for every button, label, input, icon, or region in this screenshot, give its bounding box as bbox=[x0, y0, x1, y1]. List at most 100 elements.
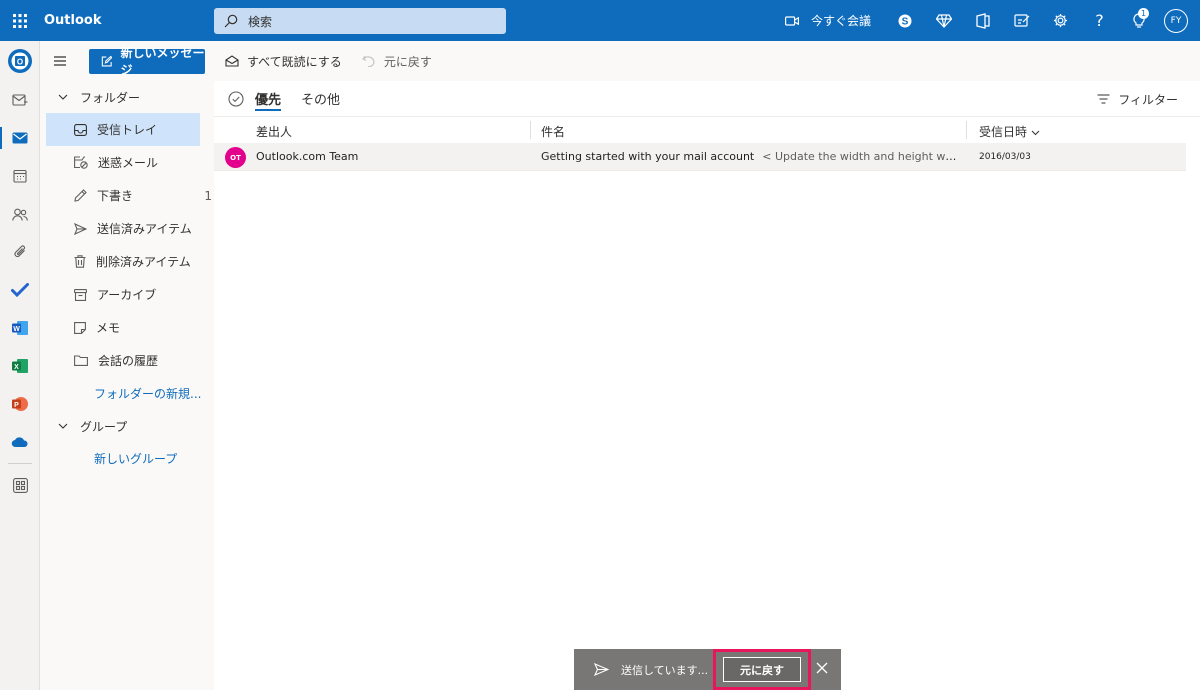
office-button[interactable] bbox=[963, 0, 1002, 41]
folder-deleted[interactable]: 削除済みアイテム bbox=[46, 245, 200, 278]
column-subject[interactable]: 件名 bbox=[541, 123, 565, 140]
undo-command-button[interactable]: 元に戻す bbox=[361, 53, 432, 70]
rail-mail[interactable] bbox=[0, 119, 40, 157]
folder-label: メモ bbox=[96, 321, 121, 335]
folder-archive[interactable]: アーカイブ bbox=[46, 278, 200, 311]
rail-outlook[interactable]: O bbox=[0, 41, 40, 81]
column-from[interactable]: 差出人 bbox=[256, 123, 292, 140]
meet-now-label: 今すぐ会議 bbox=[810, 14, 871, 28]
select-all-checkbox-icon[interactable] bbox=[228, 90, 244, 107]
folder-label: 受信トレイ bbox=[97, 123, 158, 137]
folder-label: 削除済みアイテム bbox=[96, 255, 191, 269]
close-icon[interactable] bbox=[816, 662, 828, 674]
notification-badge: 1 bbox=[1138, 8, 1149, 19]
rail-files[interactable] bbox=[0, 233, 40, 271]
filter-icon bbox=[1097, 94, 1110, 104]
chevron-down-icon bbox=[58, 423, 68, 429]
whats-new-button[interactable]: 1 bbox=[1119, 0, 1158, 41]
message-row[interactable]: OT Outlook.com Team Getting started with… bbox=[214, 143, 1186, 171]
undo-send-button[interactable]: 元に戻す bbox=[723, 657, 801, 682]
column-received[interactable]: 受信日時 bbox=[979, 123, 1040, 140]
undo-command-label: 元に戻す bbox=[383, 54, 432, 69]
calendar-check-icon bbox=[1013, 14, 1029, 27]
folder-notes[interactable]: メモ bbox=[46, 311, 200, 344]
chevron-down-icon bbox=[58, 94, 68, 100]
send-icon bbox=[594, 663, 609, 676]
message-subject-line: Getting started with your mail account < … bbox=[541, 150, 961, 163]
column-headers: 差出人 件名 受信日時 bbox=[214, 117, 1200, 143]
toast-status: 送信しています... bbox=[621, 663, 709, 677]
rail-onedrive[interactable] bbox=[0, 423, 40, 461]
premium-button[interactable] bbox=[924, 0, 963, 41]
folder-inbox[interactable]: 受信トレイ bbox=[46, 113, 200, 146]
new-message-button[interactable]: 新しいメッセージ bbox=[89, 46, 205, 77]
note-icon bbox=[74, 321, 86, 334]
folder-junk[interactable]: 迷惑メール bbox=[46, 146, 200, 179]
folder-drafts[interactable]: 下書き 1 bbox=[46, 179, 212, 212]
sent-icon bbox=[74, 222, 87, 235]
svg-text:O: O bbox=[17, 58, 23, 67]
tab-other[interactable]: その他 bbox=[301, 81, 340, 117]
apps-grid-icon bbox=[12, 477, 28, 493]
user-avatar[interactable]: FY bbox=[1164, 8, 1188, 33]
mail-icon bbox=[12, 132, 28, 144]
column-divider[interactable] bbox=[966, 121, 967, 139]
help-icon: ? bbox=[1095, 11, 1104, 30]
rail-more-apps[interactable] bbox=[0, 466, 40, 504]
filter-button[interactable]: フィルター bbox=[1097, 81, 1178, 117]
navigation-toggle[interactable] bbox=[40, 56, 80, 66]
envelope-open-icon bbox=[225, 55, 239, 67]
rail-todo[interactable] bbox=[0, 271, 40, 309]
message-sender: Outlook.com Team bbox=[256, 150, 359, 163]
rail-people[interactable] bbox=[0, 195, 40, 233]
meet-now-button[interactable]: 今すぐ会議 bbox=[784, 12, 871, 29]
calendar-icon bbox=[13, 169, 27, 183]
search-box[interactable]: 検索 bbox=[214, 8, 506, 34]
help-button[interactable]: ? bbox=[1080, 0, 1119, 41]
new-folder-link[interactable]: フォルダーの新規... bbox=[40, 377, 212, 410]
svg-text:P: P bbox=[14, 402, 19, 409]
folder-label: 送信済みアイテム bbox=[97, 222, 192, 236]
rail-word[interactable]: W bbox=[0, 309, 40, 347]
chevron-down-icon bbox=[1031, 130, 1040, 136]
mark-all-read-label: すべて既読にする bbox=[247, 54, 342, 69]
folder-conversation-history[interactable]: 会話の履歴 bbox=[46, 344, 200, 377]
draft-icon bbox=[74, 189, 87, 202]
message-list-tabs: 優先 その他 フィルター bbox=[214, 81, 1200, 117]
office-icon bbox=[975, 12, 990, 29]
rail-excel[interactable]: X bbox=[0, 347, 40, 385]
svg-text:W: W bbox=[13, 326, 20, 333]
video-camera-icon bbox=[784, 15, 799, 26]
mark-all-read-button[interactable]: すべて既読にする bbox=[225, 53, 342, 70]
onedrive-cloud-icon bbox=[11, 437, 28, 448]
app-title[interactable]: Outlook bbox=[44, 13, 214, 28]
sending-toast: 送信しています... 元に戻す bbox=[574, 649, 841, 690]
rail-mail-outline[interactable] bbox=[0, 81, 40, 119]
junk-icon bbox=[74, 156, 88, 169]
inbox-icon bbox=[74, 123, 87, 136]
tab-focused[interactable]: 優先 bbox=[255, 81, 282, 117]
skype-button[interactable]: S bbox=[885, 0, 924, 41]
unread-count: 1 bbox=[204, 188, 212, 203]
command-bar: 新しいメッセージ すべて既読にする 元に戻す bbox=[40, 41, 1200, 81]
my-day-button[interactable] bbox=[1002, 0, 1041, 41]
column-divider[interactable] bbox=[530, 121, 531, 139]
gear-icon bbox=[1053, 13, 1068, 28]
trash-icon bbox=[74, 255, 86, 268]
filter-label: フィルター bbox=[1118, 92, 1178, 107]
message-list: 優先 その他 フィルター 差出人 件名 受信日時 OT Outlook.com … bbox=[214, 81, 1200, 690]
new-message-label: 新しいメッセージ bbox=[120, 46, 205, 77]
groups-section-header[interactable]: グループ bbox=[40, 410, 212, 442]
rail-powerpoint[interactable]: P bbox=[0, 385, 40, 423]
people-icon bbox=[12, 208, 28, 221]
folder-label: 迷惑メール bbox=[98, 156, 159, 170]
folder-sent[interactable]: 送信済みアイテム bbox=[46, 212, 200, 245]
message-date: 2016/03/03 bbox=[979, 152, 1031, 162]
app-launcher-icon[interactable] bbox=[0, 0, 40, 41]
folder-pane: フォルダー 受信トレイ 迷惑メール 下書き 1 送信済みアイテム 削除済みアイテ… bbox=[40, 81, 212, 690]
archive-icon bbox=[74, 288, 87, 301]
new-group-link[interactable]: 新しいグループ bbox=[40, 442, 212, 475]
rail-calendar[interactable] bbox=[0, 157, 40, 195]
folders-section-header[interactable]: フォルダー bbox=[40, 81, 212, 113]
settings-button[interactable] bbox=[1041, 0, 1080, 41]
